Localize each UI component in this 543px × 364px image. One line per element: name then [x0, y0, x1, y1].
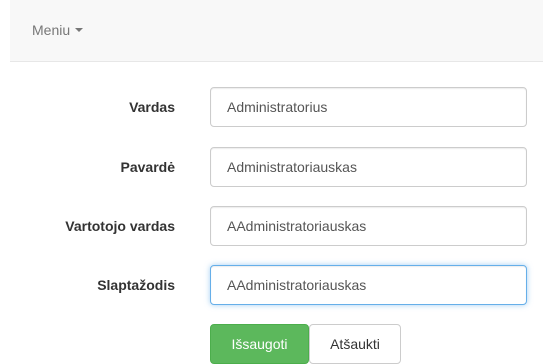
pavarde-label: Pavardė — [120, 159, 175, 175]
form-row-pavarde: Pavardė — [0, 147, 543, 187]
vardas-input[interactable] — [210, 87, 527, 127]
caret-down-icon — [75, 28, 84, 32]
form-row-vardas: Vardas — [0, 87, 543, 127]
navbar: Meniu — [10, 0, 543, 62]
vartotojo-vardas-label: Vartotojo vardas — [65, 218, 175, 234]
form-row-vartotojo-vardas: Vartotojo vardas — [0, 206, 543, 246]
menu-dropdown[interactable]: Meniu — [32, 22, 84, 38]
form-row-slaptazodis: Slaptažodis — [0, 265, 543, 305]
vardas-label: Vardas — [129, 99, 175, 115]
vartotojo-vardas-input[interactable] — [210, 206, 527, 246]
cancel-button[interactable]: Atšaukti — [309, 324, 401, 364]
pavarde-input[interactable] — [210, 147, 527, 187]
menu-label: Meniu — [32, 22, 71, 38]
save-button[interactable]: Išsaugoti — [210, 324, 309, 364]
slaptazodis-input[interactable] — [210, 265, 527, 305]
slaptazodis-label: Slaptažodis — [97, 277, 175, 293]
